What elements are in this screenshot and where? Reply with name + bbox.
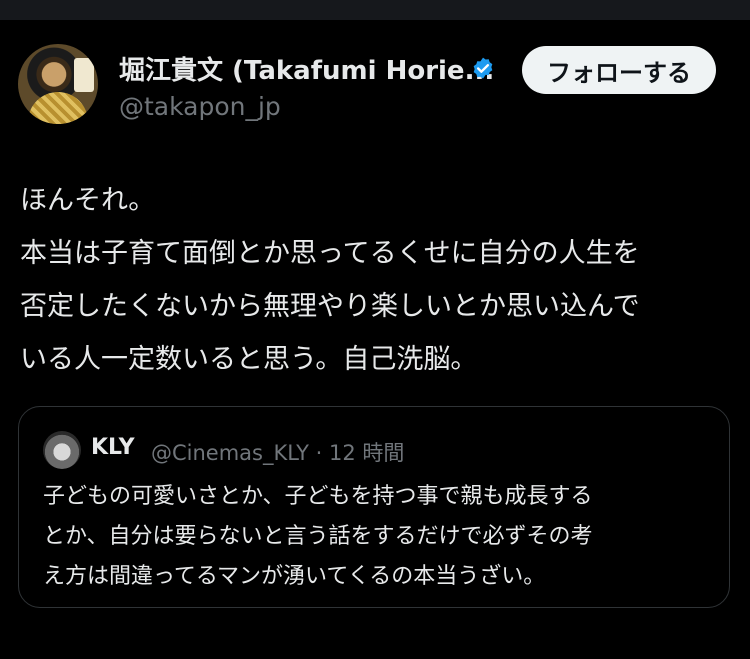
- quoted-post-text: 子どもの可愛いさとか、子どもを持つ事で親も成長する とか、自分は要らないと言う話…: [43, 477, 713, 597]
- quoted-author-avatar[interactable]: [43, 431, 81, 469]
- follow-button[interactable]: フォローする: [522, 46, 716, 94]
- avatar-logo-badge: [74, 58, 94, 92]
- post-text-line: いる人一定数いると思う。自己洗脳。: [20, 344, 478, 375]
- quoted-text-line: とか、自分は要らないと言う話をするだけで必ずその考: [43, 524, 593, 549]
- quoted-text-line: え方は間違ってるマンが湧いてくるの本当うざい。: [43, 564, 546, 589]
- author-handle[interactable]: @takapon_jp: [119, 92, 281, 121]
- post-text-line: ほんそれ。: [20, 185, 156, 216]
- post-text: ほんそれ。 本当は子育て面倒とか思ってるくせに自分の人生を 否定したくないから無…: [20, 174, 720, 386]
- quoted-author-meta: @Cinemas_KLY · 12 時間: [151, 441, 405, 465]
- top-bar: [0, 0, 750, 20]
- quoted-author-name[interactable]: KLY: [91, 435, 135, 460]
- quoted-post[interactable]: KLY @Cinemas_KLY · 12 時間 子どもの可愛いさとか、子どもを…: [18, 406, 730, 608]
- quoted-text-line: 子どもの可愛いさとか、子どもを持つ事で親も成長する: [43, 484, 593, 509]
- author-avatar[interactable]: [18, 44, 98, 124]
- avatar-jacket: [28, 92, 88, 124]
- post-text-line: 否定したくないから無理やり楽しいとか思い込んで: [20, 291, 640, 322]
- post-text-line: 本当は子育て面倒とか思ってるくせに自分の人生を: [20, 238, 640, 269]
- author-name[interactable]: 堀江貴文 (Takafumi Horie...: [119, 50, 494, 87]
- verified-badge-icon: [473, 57, 493, 79]
